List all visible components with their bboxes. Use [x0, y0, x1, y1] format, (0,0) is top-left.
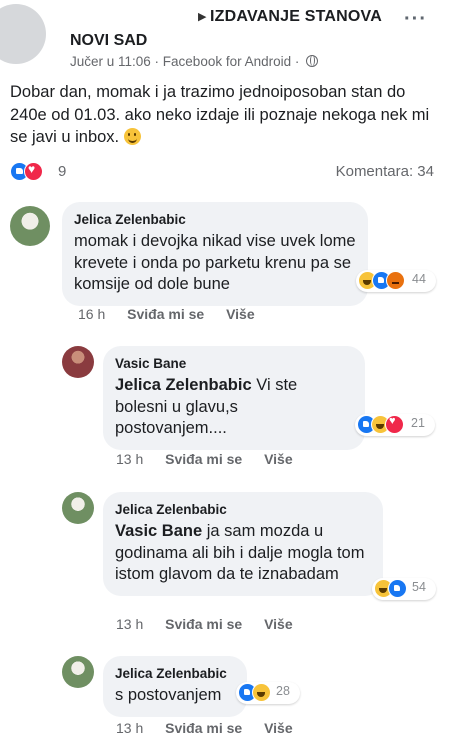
comment-actions: 13 h Sviđa mi se Više — [116, 616, 293, 632]
comment-like-button[interactable]: Sviđa mi se — [127, 306, 204, 322]
comment-bubble: Jelica Zelenbabic momak i devojka nikad … — [62, 202, 368, 306]
comment-reply: Vasic Bane Jelica Zelenbabic Vi ste bole… — [0, 342, 449, 472]
globe-icon — [306, 55, 319, 67]
comment-author[interactable]: Vasic Bane — [115, 356, 353, 371]
comment-reactions[interactable]: 44 — [356, 270, 436, 292]
comment-like-button[interactable]: Sviđa mi se — [165, 451, 242, 467]
comment-text: s postovanjem — [115, 686, 222, 704]
comment-reaction-count: 54 — [412, 580, 426, 594]
comment-actions: 13 h Sviđa mi se Više — [116, 720, 293, 736]
comment-author[interactable]: Jelica Zelenbabic — [115, 666, 235, 681]
avatar[interactable] — [10, 206, 50, 246]
smile-emoji-icon — [123, 128, 141, 145]
comment-author[interactable]: Jelica Zelenbabic — [74, 212, 356, 227]
post-text-content: Dobar dan, momak i ja trazimo jednoiposo… — [10, 83, 430, 146]
comment-reactions[interactable]: 54 — [372, 578, 436, 600]
comment-time[interactable]: 13 h — [116, 616, 143, 632]
angry-reaction-icon — [386, 271, 405, 290]
comment-more-button[interactable]: Više — [226, 306, 255, 322]
comment-like-button[interactable]: Sviđa mi se — [165, 616, 242, 632]
haha-reaction-icon — [252, 683, 271, 702]
comment-time[interactable]: 16 h — [78, 306, 105, 322]
comment: Jelica Zelenbabic momak i devojka nikad … — [0, 198, 449, 328]
comment-more-button[interactable]: Više — [264, 720, 293, 736]
love-reaction-icon — [24, 162, 43, 181]
comment-reactions[interactable]: 21 — [355, 414, 435, 436]
comment-mention[interactable]: Jelica Zelenbabic — [115, 376, 252, 394]
avatar[interactable] — [62, 656, 94, 688]
post-header: ▶ IZDAVANJE STANOVA ··· NOVI SAD Jučer u… — [0, 0, 449, 70]
post-meta: Jučer u 11:06 · Facebook for Android · — [70, 54, 319, 69]
love-reaction-icon — [385, 415, 404, 434]
comment-like-button[interactable]: Sviđa mi se — [165, 720, 242, 736]
comment-more-button[interactable]: Više — [264, 616, 293, 632]
comment-reply: Jelica Zelenbabic s postovanjem 28 13 h … — [0, 652, 449, 748]
post-reactions[interactable] — [10, 162, 50, 182]
comment-reaction-count: 28 — [276, 684, 290, 698]
comment-mention[interactable]: Vasic Bane — [115, 522, 202, 540]
comment-time[interactable]: 13 h — [116, 451, 143, 467]
comment-author[interactable]: Jelica Zelenbabic — [115, 502, 371, 517]
comment-reaction-count: 44 — [412, 272, 426, 286]
post-text: Dobar dan, momak i ja trazimo jednoiposo… — [10, 81, 440, 149]
comment-reactions[interactable]: 28 — [236, 682, 300, 704]
comment-count-link[interactable]: Komentara: 34 — [336, 163, 434, 180]
like-reaction-icon — [388, 579, 407, 598]
comment-text: Jelica Zelenbabic Vi ste bolesni u glavu… — [115, 375, 353, 440]
comment-text: momak i devojka nikad vise uvek lome kre… — [74, 232, 356, 293]
group-name-link[interactable]: IZDAVANJE STANOVA — [210, 8, 382, 26]
comment-actions: 13 h Sviđa mi se Više — [116, 451, 293, 467]
comment-more-button[interactable]: Više — [264, 451, 293, 467]
post-timestamp[interactable]: Jučer u 11:06 · Facebook for Android · — [70, 54, 299, 69]
comment-bubble: Jelica Zelenbabic s postovanjem — [103, 656, 247, 717]
more-dots-icon[interactable]: ··· — [404, 8, 427, 31]
comment-time[interactable]: 13 h — [116, 720, 143, 736]
comment-bubble: Jelica Zelenbabic Vasic Bane ja sam mozd… — [103, 492, 383, 596]
comment-reaction-count: 21 — [411, 416, 425, 430]
comment-reply: Jelica Zelenbabic Vasic Bane ja sam mozd… — [0, 488, 449, 638]
avatar[interactable] — [62, 346, 94, 378]
avatar[interactable] — [62, 492, 94, 524]
post-reaction-count[interactable]: 9 — [58, 163, 66, 180]
author-name-link[interactable]: NOVI SAD — [70, 32, 147, 50]
post-stats: 9 Komentara: 34 — [10, 160, 440, 184]
triangle-right-icon: ▶ — [198, 11, 207, 23]
comment-text: Vasic Bane ja sam mozda u godinama ali b… — [115, 521, 371, 586]
comment-bubble: Vasic Bane Jelica Zelenbabic Vi ste bole… — [103, 346, 365, 450]
author-avatar[interactable] — [0, 4, 46, 64]
comment-actions: 16 h Sviđa mi se Više — [78, 306, 255, 322]
